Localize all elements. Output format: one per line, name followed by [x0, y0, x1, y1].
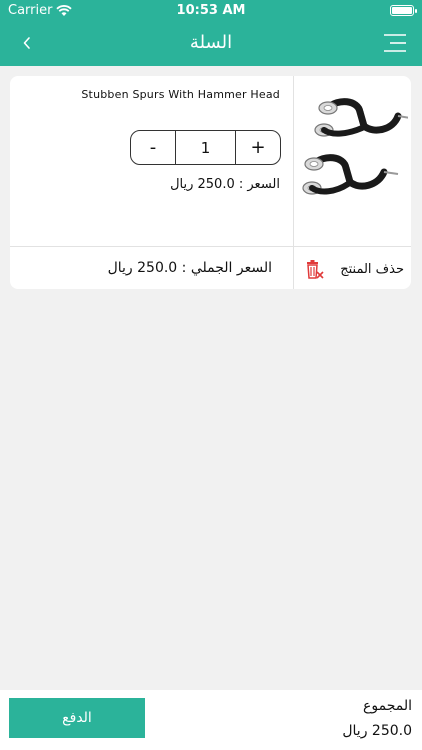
status-time: 10:53 AM: [176, 3, 246, 18]
delete-product-label: حذف المنتج: [340, 261, 404, 277]
decrease-quantity-button[interactable]: -: [131, 131, 175, 164]
checkout-bar: الدفع المجموع 250.0 ريال: [0, 690, 422, 750]
increase-quantity-button[interactable]: +: [236, 131, 280, 164]
card-divider-horizontal: [10, 246, 411, 247]
product-name: Stubben Spurs With Hammer Head: [81, 88, 280, 101]
sum-label: المجموع: [363, 698, 412, 714]
menu-icon[interactable]: [382, 32, 408, 54]
nav-bar: السلة: [0, 22, 422, 66]
trash-x-icon: [307, 260, 324, 279]
cart-item-card: Stubben Spurs With Hammer Head - 1 + الس…: [10, 76, 411, 289]
unit-price: السعر : 250.0 ريال: [170, 177, 280, 192]
status-bar: Carrier 10:53 AM: [0, 0, 422, 22]
quantity-value: 1: [175, 131, 236, 164]
battery-icon: [390, 5, 417, 16]
delete-product-button[interactable]: حذف المنتج: [300, 257, 408, 281]
page-title: السلة: [189, 32, 233, 53]
sum-value: 250.0 ريال: [342, 723, 412, 739]
pay-button[interactable]: الدفع: [9, 698, 145, 738]
product-image[interactable]: [298, 90, 408, 210]
total-price: السعر الجملي : 250.0 ريال: [107, 260, 272, 276]
card-divider-vertical: [293, 76, 294, 289]
quantity-stepper: - 1 +: [130, 130, 281, 165]
